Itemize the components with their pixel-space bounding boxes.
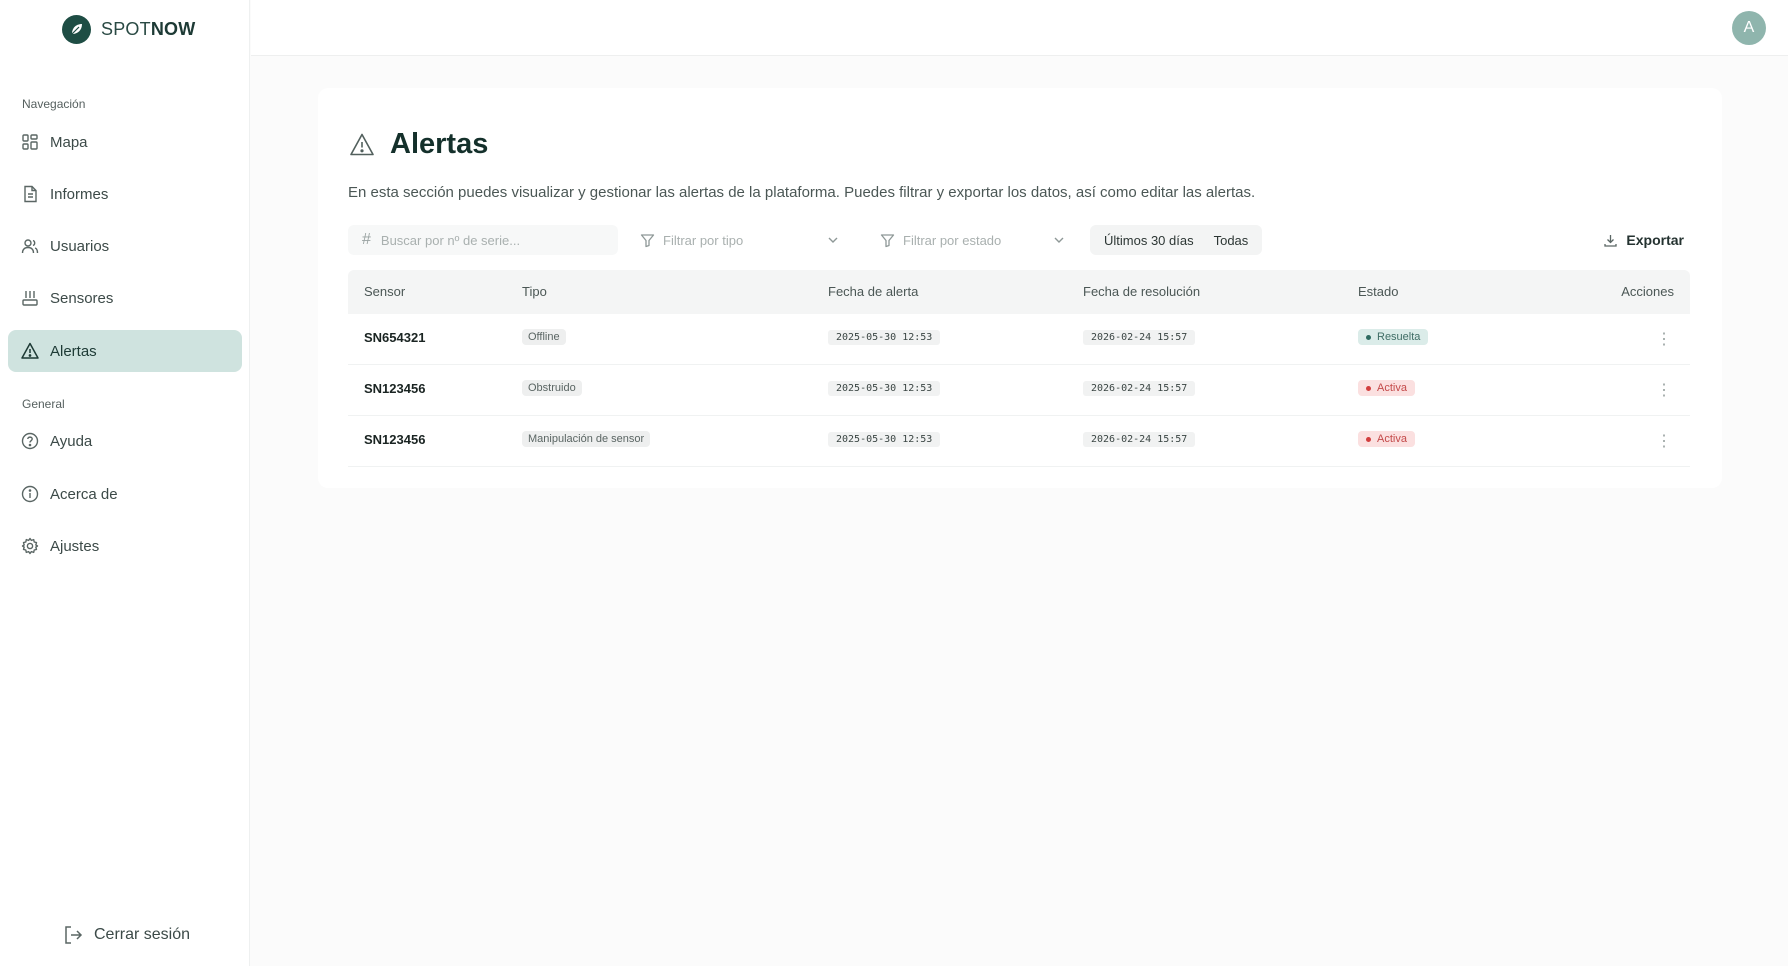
sidebar: SPOTNOW Navegación Mapa Informes Usuario…	[0, 0, 250, 966]
logout-icon	[65, 926, 83, 944]
document-icon	[24, 185, 37, 203]
chevron-down-icon	[828, 237, 838, 243]
page-title: Alertas	[390, 128, 489, 160]
search-input[interactable]	[380, 232, 601, 248]
column-header-tipo[interactable]: Tipo	[522, 284, 547, 299]
sidebar-item-label: Ayuda	[50, 432, 93, 450]
sidebar-item-sensores[interactable]: Sensores	[8, 277, 242, 319]
status-dot-icon	[1366, 334, 1371, 340]
nav-section-heading: Navegación	[22, 97, 86, 111]
sidebar-item-usuarios[interactable]: Usuarios	[8, 225, 242, 267]
info-icon	[21, 485, 39, 503]
grid-icon	[22, 134, 38, 150]
column-header-fecha-alerta[interactable]: Fecha de alerta	[828, 284, 918, 299]
status-badge: Activa	[1358, 380, 1415, 396]
sidebar-item-label: Acerca de	[50, 485, 118, 503]
chevron-down-icon	[1054, 237, 1064, 243]
sensor-id: SN123456	[364, 432, 426, 447]
logout-button[interactable]: Cerrar sesión	[62, 924, 190, 946]
status-label: Activa	[1377, 433, 1407, 445]
alerts-card: Alertas En esta sección puedes visualiza…	[318, 88, 1722, 488]
warning-icon	[350, 133, 374, 155]
range-option-all[interactable]: Todas	[1204, 233, 1259, 248]
sidebar-item-label: Informes	[50, 185, 109, 203]
alerts-table: Sensor Tipo Fecha de alerta Fecha de res…	[348, 270, 1690, 467]
page-description: En esta sección puedes visualizar y gest…	[348, 184, 1256, 201]
sidebar-item-label: Mapa	[50, 133, 88, 151]
table-header: Sensor Tipo Fecha de alerta Fecha de res…	[348, 270, 1690, 314]
alert-date: 2025-05-30 12:53	[828, 330, 941, 345]
users-icon	[21, 239, 39, 254]
row-actions-menu-icon[interactable]: ⋮	[1654, 328, 1674, 350]
page-header: Alertas	[348, 128, 488, 161]
sensor-id: SN654321	[364, 330, 426, 345]
sidebar-item-ayuda[interactable]: Ayuda	[8, 420, 242, 462]
brand-logo[interactable]: SPOTNOW	[62, 14, 195, 44]
avatar[interactable]: A	[1732, 11, 1766, 45]
sidebar-item-label: Ajustes	[50, 537, 100, 555]
hash-icon: #	[362, 231, 371, 248]
column-header-acciones: Acciones	[1621, 284, 1674, 299]
column-header-sensor[interactable]: Sensor	[364, 284, 405, 299]
table-row[interactable]: SN654321 Offline 2025-05-30 12:53 2026-0…	[348, 314, 1690, 365]
row-actions-menu-icon[interactable]: ⋮	[1654, 430, 1674, 452]
leaf-logo-icon	[62, 14, 91, 44]
status-dot-icon	[1366, 385, 1371, 391]
export-label: Exportar	[1626, 232, 1684, 248]
sensor-id: SN123456	[364, 381, 426, 396]
alert-type-tag: Obstruido	[522, 380, 582, 396]
sidebar-item-alertas[interactable]: Alertas	[8, 330, 242, 372]
sidebar-item-mapa[interactable]: Mapa	[8, 121, 242, 163]
filter-icon	[640, 233, 655, 247]
filter-icon	[880, 233, 895, 247]
sidebar-item-informes[interactable]: Informes	[8, 173, 242, 215]
download-icon	[1604, 234, 1618, 247]
date-range-toggle: Últimos 30 días Todas	[1090, 225, 1263, 255]
table-row[interactable]: SN123456 Obstruido 2025-05-30 12:53 2026…	[348, 365, 1690, 416]
state-filter-select[interactable]: Filtrar por estado	[870, 225, 1078, 255]
logout-label: Cerrar sesión	[94, 926, 191, 943]
resolution-date: 2026-02-24 15:57	[1083, 432, 1196, 447]
sidebar-item-acerca-de[interactable]: Acerca de	[8, 473, 242, 515]
resolution-date: 2026-02-24 15:57	[1083, 381, 1196, 396]
top-bar: A	[251, 0, 1788, 56]
search-box: #	[348, 225, 618, 255]
warning-icon	[21, 342, 39, 359]
type-filter-select[interactable]: Filtrar por tipo	[630, 225, 852, 255]
status-dot-icon	[1366, 436, 1371, 442]
range-option-last-30-days[interactable]: Últimos 30 días	[1094, 233, 1204, 248]
status-label: Resuelta	[1377, 331, 1421, 343]
sidebar-item-label: Usuarios	[50, 237, 110, 255]
resolution-date: 2026-02-24 15:57	[1083, 330, 1196, 345]
general-section-heading: General	[22, 397, 65, 411]
brand-name: SPOTNOW	[101, 18, 196, 39]
type-filter-placeholder: Filtrar por tipo	[663, 232, 744, 248]
column-header-estado[interactable]: Estado	[1358, 284, 1398, 299]
sensor-icon	[22, 291, 38, 306]
alert-type-tag: Manipulación de sensor	[522, 431, 651, 447]
filter-bar: # Filtrar por tipo Filtrar por estado Úl…	[348, 225, 1698, 255]
gear-icon	[21, 537, 39, 555]
export-button[interactable]: Exportar	[1589, 225, 1698, 255]
column-header-fecha-resolucion[interactable]: Fecha de resolución	[1083, 284, 1200, 299]
sidebar-item-ajustes[interactable]: Ajustes	[8, 525, 242, 567]
status-badge: Resuelta	[1358, 329, 1429, 345]
alert-date: 2025-05-30 12:53	[828, 432, 941, 447]
state-filter-placeholder: Filtrar por estado	[903, 232, 1002, 248]
status-badge: Activa	[1358, 431, 1415, 447]
status-label: Activa	[1377, 382, 1407, 394]
help-icon	[21, 432, 39, 450]
sidebar-item-label: Alertas	[50, 342, 97, 360]
row-actions-menu-icon[interactable]: ⋮	[1654, 379, 1674, 401]
alert-type-tag: Offline	[522, 329, 566, 345]
alert-date: 2025-05-30 12:53	[828, 381, 941, 396]
table-row[interactable]: SN123456 Manipulación de sensor 2025-05-…	[348, 416, 1690, 467]
sidebar-item-label: Sensores	[50, 289, 114, 307]
